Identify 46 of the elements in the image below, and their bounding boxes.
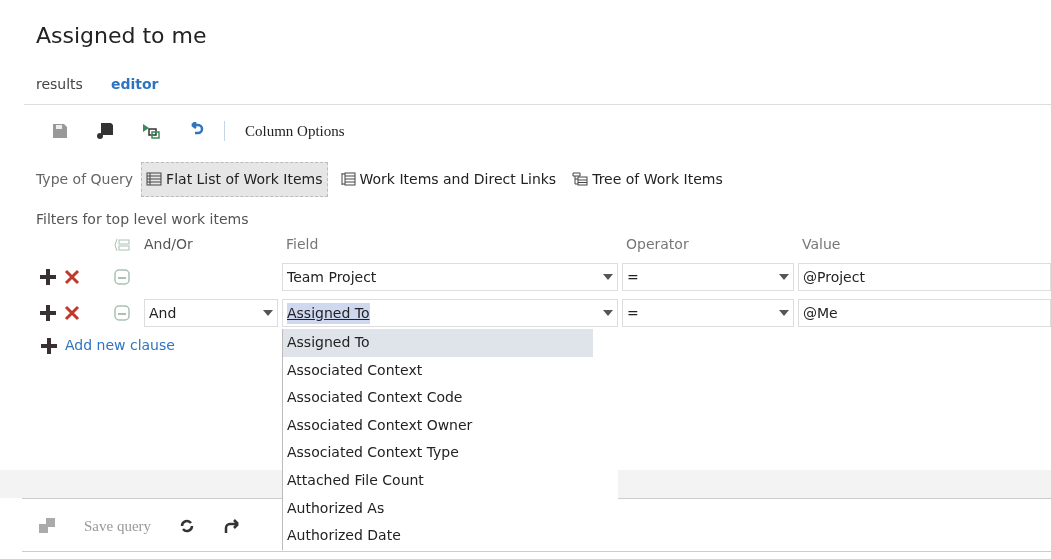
column-header: And/Or	[144, 235, 194, 254]
add-icon[interactable]	[40, 305, 56, 321]
dropdown-option[interactable]: Attached File Count	[283, 466, 618, 495]
tree-icon	[572, 172, 589, 186]
operator-select[interactable]: =	[622, 263, 794, 291]
filters-label: Filters for top level work items	[36, 210, 250, 229]
caret-icon	[603, 310, 613, 316]
field-select[interactable]: Team Project	[282, 263, 618, 291]
query-type-option[interactable]: Flat List of Work Items	[141, 161, 328, 197]
column-header: Field	[285, 235, 320, 254]
caret-icon	[779, 274, 789, 280]
query-type-option[interactable]: Work Items and Direct Links	[335, 162, 561, 196]
dropdown-option[interactable]: Assigned To	[283, 329, 593, 357]
tab[interactable]: editor	[110, 73, 159, 95]
page-title: Assigned to me	[36, 22, 208, 50]
column-header: Value	[801, 235, 842, 254]
list-icon	[339, 172, 356, 186]
dropdown-option[interactable]: Authorized As	[283, 494, 618, 523]
add-icon[interactable]	[40, 269, 56, 285]
caret-icon	[603, 274, 613, 280]
dropdown-option[interactable]: Authorized Date	[283, 522, 618, 550]
save-icon[interactable]	[52, 123, 68, 139]
add-clause-link[interactable]: Add new clause	[41, 335, 175, 356]
column-header: Operator	[625, 235, 690, 254]
and-or-select[interactable]: And	[144, 299, 278, 327]
add-icon[interactable]	[41, 337, 57, 354]
dropdown-option[interactable]: Associated Context Owner	[283, 411, 618, 440]
value-field[interactable]: @Project	[798, 263, 1051, 291]
list-icon	[146, 172, 163, 186]
dropdown-option[interactable]: Associated Context Code	[283, 384, 618, 412]
caret-icon	[263, 310, 273, 316]
dropdown-option[interactable]: Associated Context Type	[283, 439, 618, 467]
delete-icon[interactable]	[64, 305, 80, 321]
field-select[interactable]: Assigned To	[282, 299, 618, 327]
tab[interactable]: results	[36, 73, 83, 95]
delete-icon[interactable]	[64, 269, 80, 285]
run-icon[interactable]	[142, 123, 160, 139]
refresh-icon[interactable]	[179, 518, 196, 534]
column-options-button[interactable]: Column Options	[245, 119, 345, 143]
query-type-option[interactable]: Tree of Work Items	[568, 162, 727, 196]
caret-icon	[779, 310, 789, 316]
value-field[interactable]: @Me	[798, 299, 1051, 327]
dropdown-option[interactable]: Associated Context	[283, 356, 618, 385]
redo-icon[interactable]	[223, 518, 242, 534]
operator-select[interactable]: =	[622, 299, 794, 327]
query-type-label: Type of Query	[36, 169, 134, 189]
